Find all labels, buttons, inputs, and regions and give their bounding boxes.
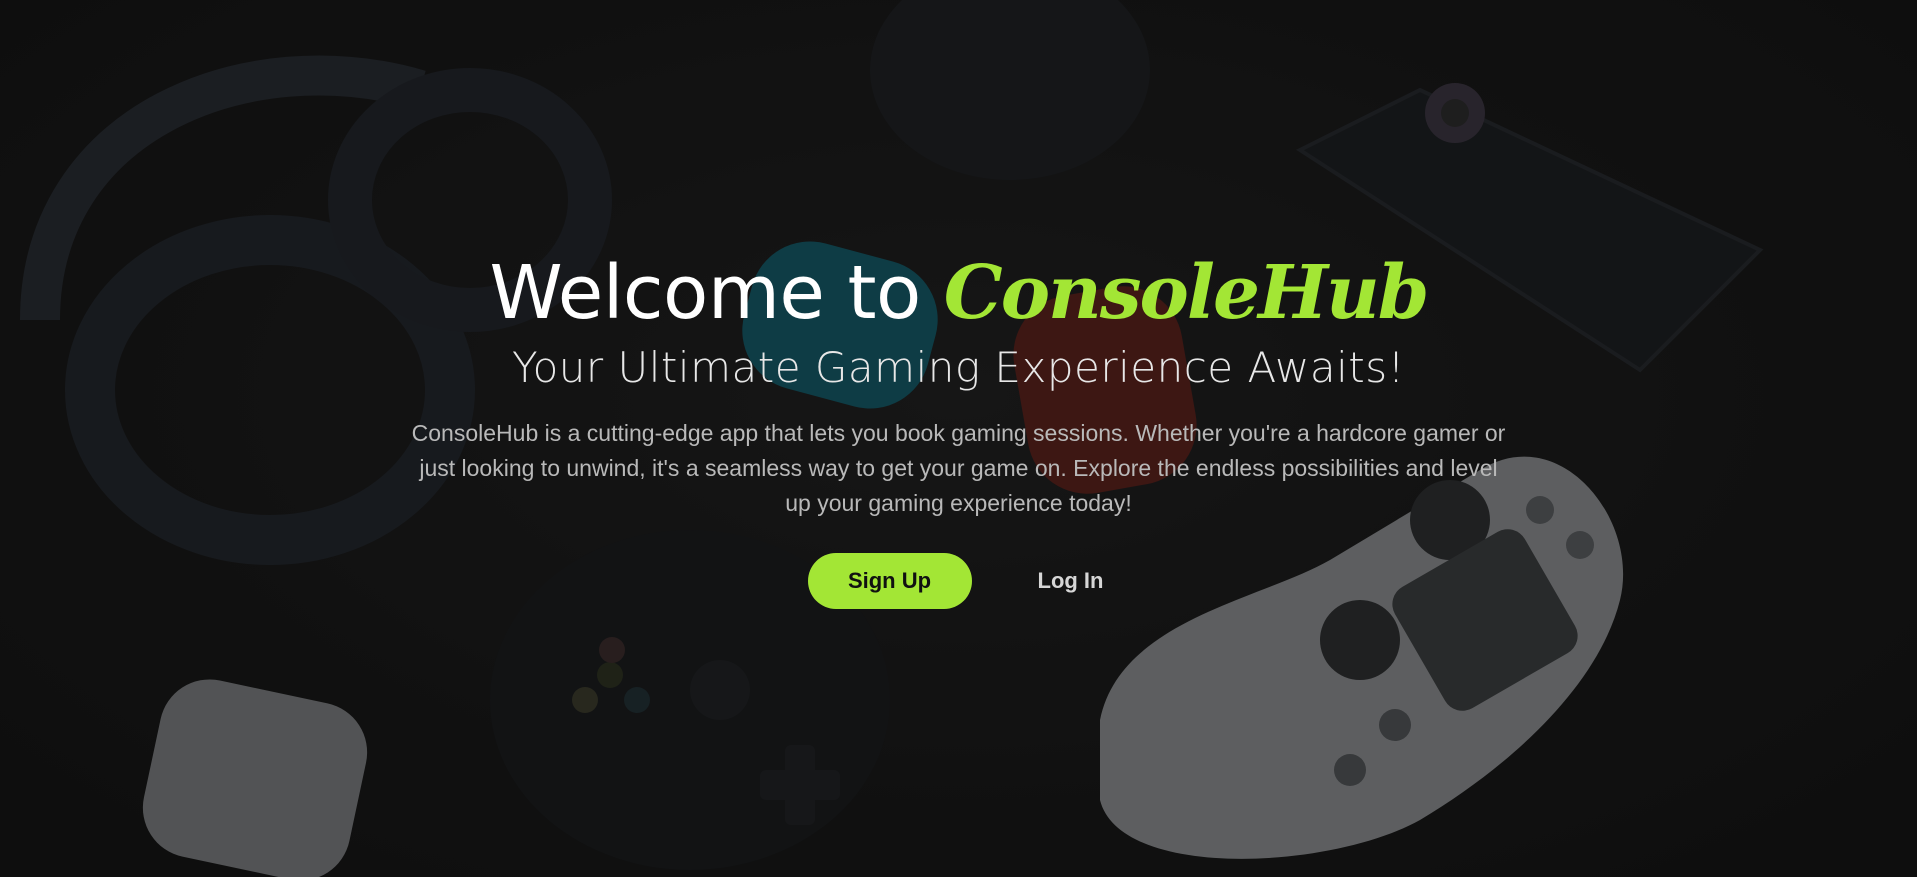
headline-prefix: Welcome to [489,250,921,336]
hero-section: Welcome to ConsoleHub Your Ultimate Gami… [0,0,1917,877]
hero-description: ConsoleHub is a cutting-edge app that le… [411,420,1506,516]
hero-subtitle: Your Ultimate Gaming Experience Awaits! [512,343,1405,392]
hero-content: Welcome to ConsoleHub Your Ultimate Gami… [0,248,1917,609]
hero-headline: Welcome to ConsoleHub [0,248,1917,338]
brand-name: ConsoleHub [943,250,1430,336]
hero-actions: Sign Up Log In [0,553,1917,609]
log-in-button[interactable]: Log In [1032,568,1110,594]
sign-up-button[interactable]: Sign Up [807,553,972,609]
